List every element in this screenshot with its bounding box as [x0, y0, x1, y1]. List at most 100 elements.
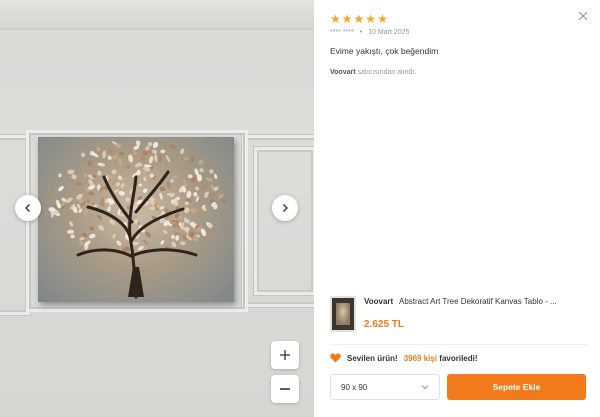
leaf-shape: [171, 241, 177, 248]
leaf-shape: [128, 154, 134, 163]
seller-name[interactable]: Voovart: [330, 69, 356, 76]
leaf-shape: [209, 169, 214, 174]
leaf-shape: [187, 174, 193, 179]
leaf-shape: [184, 157, 189, 161]
leaf-shape: [159, 192, 163, 200]
chevron-down-icon: [421, 385, 429, 390]
leaf-shape: [160, 149, 166, 154]
leaf-shape: [152, 141, 159, 149]
leaf-shape: [112, 233, 116, 239]
leaf-shape: [71, 174, 77, 180]
leaf-shape: [190, 155, 195, 163]
add-to-cart-button[interactable]: Sepete Ekle: [447, 374, 586, 400]
leaf-shape: [80, 152, 86, 158]
heart-icon: [330, 353, 341, 363]
leaf-shape: [189, 208, 197, 213]
meta-separator: •: [359, 29, 363, 36]
product-name: Abstract Art Tree Dekoratif Kanvas Tablo…: [398, 297, 557, 306]
leaf-shape: [140, 156, 145, 161]
minus-icon: [280, 388, 290, 390]
leaf-shape: [193, 192, 198, 197]
close-icon: [578, 11, 588, 21]
review-comment: Evime yakıştı, çok beğendim: [330, 46, 439, 56]
leaf-shape: [147, 141, 153, 147]
leaf-shape: [115, 182, 121, 187]
star-icon: ★: [377, 12, 388, 26]
leaf-shape: [148, 155, 154, 164]
product-title[interactable]: Voovart Abstract Art Tree Dekoratif Kanv…: [364, 297, 590, 306]
leaf-shape: [70, 234, 75, 239]
ceiling: [0, 0, 314, 30]
tree-painting: [38, 137, 234, 302]
leaf-shape: [76, 203, 81, 210]
leaf-shape: [195, 196, 200, 202]
leaf-shape: [159, 206, 165, 210]
product-brand: Voovart: [364, 297, 394, 306]
star-icon: ★: [341, 12, 353, 26]
leaf-shape: [126, 164, 131, 169]
leaf-shape: [186, 190, 192, 198]
leaf-shape: [198, 159, 204, 165]
leaf-shape: [165, 154, 171, 163]
zoom-out-button[interactable]: [271, 375, 299, 403]
wall-molding-right-inner: [254, 147, 314, 295]
review-author: **** ****: [330, 29, 354, 36]
leaf-shape: [50, 190, 55, 199]
review-meta: **** **** • 10 Mart 2025: [330, 29, 409, 36]
zoom-in-button[interactable]: [271, 341, 299, 369]
chevron-right-icon: [283, 204, 288, 212]
leaf-shape: [96, 146, 101, 152]
product-summary[interactable]: Voovart Abstract Art Tree Dekoratif Kanv…: [330, 296, 588, 336]
star-icon: ★: [365, 12, 377, 26]
leaf-shape: [154, 154, 158, 163]
leaf-shape: [142, 188, 148, 193]
leaf-shape: [87, 161, 92, 166]
seller-suffix: satıcısından alındı.: [357, 69, 417, 76]
size-value: 90 x 90: [341, 382, 368, 392]
leaf-shape: [143, 239, 149, 245]
leaf-shape: [125, 197, 130, 202]
leaf-shape: [145, 231, 151, 238]
leaf-shape: [98, 225, 105, 231]
favorite-banner: Sevilen ürün! 3969 kişi favoriledi!: [330, 353, 478, 363]
leaf-shape: [120, 182, 125, 189]
leaf-shape: [102, 216, 107, 223]
size-select[interactable]: 90 x 90: [330, 374, 440, 400]
leaf-shape: [118, 190, 125, 196]
leaf-shape: [58, 185, 64, 192]
close-button[interactable]: [576, 9, 590, 23]
next-image-button[interactable]: [272, 195, 298, 221]
chevron-left-icon: [25, 204, 30, 212]
leaf-shape: [199, 168, 204, 173]
leaf-shape: [102, 150, 106, 159]
product-thumbnail[interactable]: [330, 296, 356, 332]
review-date: 10 Mart 2025: [368, 29, 410, 36]
leaf-shape: [108, 146, 113, 155]
leaf-shape: [89, 226, 94, 231]
leaf-shape: [67, 169, 75, 175]
leaf-shape: [83, 209, 89, 216]
leaf-shape: [169, 144, 177, 150]
leaf-shape: [97, 162, 106, 167]
leaf-shape: [163, 229, 168, 235]
leaf-shape: [142, 150, 148, 156]
leaf-shape: [66, 229, 75, 234]
leaf-shape: [172, 175, 178, 179]
favorite-count: 3969 kişi: [403, 353, 438, 363]
leaf-shape: [78, 208, 83, 213]
leaf-shape: [69, 221, 74, 227]
leaf-shape: [160, 240, 165, 245]
tree-artwork: [48, 140, 226, 299]
divider: [330, 344, 588, 345]
seller-info: Voovart satıcısından alındı.: [330, 69, 416, 76]
leaf-shape: [58, 173, 62, 178]
leaf-shape: [96, 170, 102, 176]
previous-image-button[interactable]: [15, 195, 41, 221]
leaf-shape: [158, 154, 162, 163]
leaf-shape: [118, 151, 125, 156]
leaf-shape: [195, 186, 200, 191]
leaf-shape: [151, 149, 158, 154]
star-icon: ★: [330, 12, 341, 26]
favorite-prefix: Sevilen ürün!: [347, 353, 398, 363]
leaf-shape: [200, 185, 205, 191]
